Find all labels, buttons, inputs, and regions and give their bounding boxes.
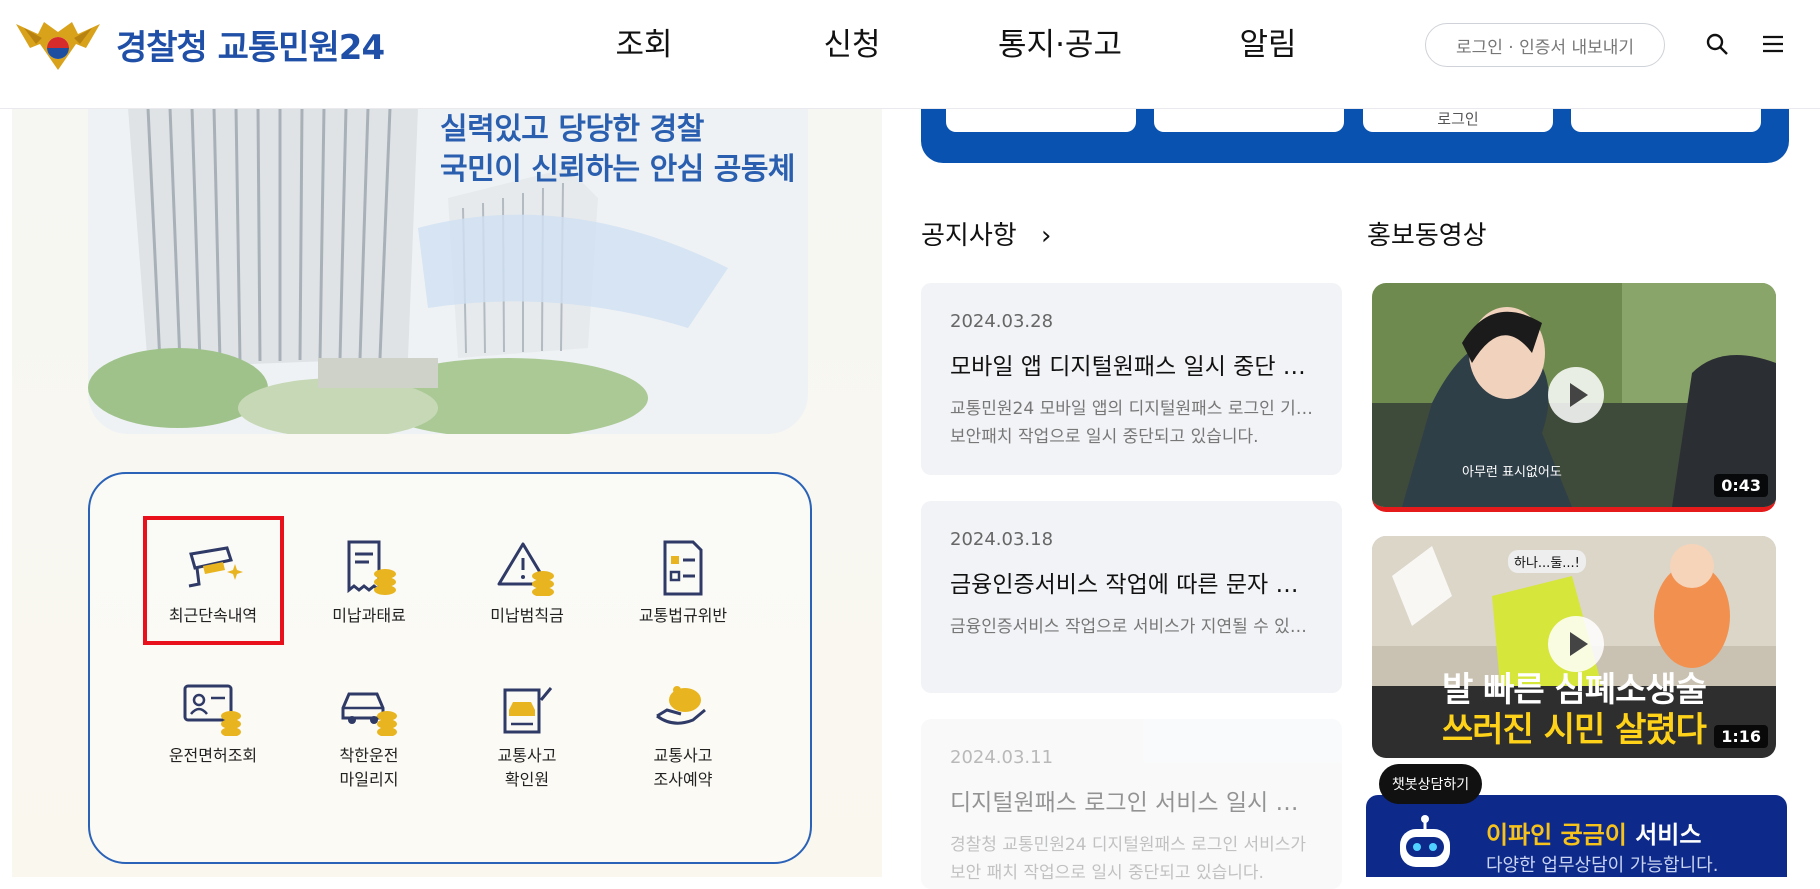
accident-document-pen-icon	[503, 687, 553, 734]
notice-title: 모바일 앱 디지털원패스 일시 중단 안내	[950, 354, 1316, 380]
quick-item-unpaid-fine[interactable]: 미납과태료	[294, 540, 444, 628]
video-headline-line1: 발 빠른 심폐소생술	[1442, 670, 1707, 710]
notice-description: 금융인증서비스 작업으로 서비스가 지연될 수 있습니다.	[950, 613, 1316, 641]
hero-slogan: 실력있고 당당한 경찰 국민이 신뢰하는 안심 공동체	[440, 110, 796, 190]
notice-desc-line: 금융인증서비스 작업으로 서비스가 지연될 수 있습니다.	[950, 617, 1316, 637]
notice-desc-line: 보안패치 작업으로 일시 중단되고 있습니다.	[950, 427, 1259, 447]
hero-banner: 실력있고 당당한 경찰 국민이 신뢰하는 안심 공동체	[88, 108, 808, 434]
quick-item-label: 운전면허조회	[168, 746, 258, 765]
play-triangle-icon	[1570, 383, 1588, 407]
chatbot-title-rest: 서비스	[1626, 821, 1702, 849]
quick-item-label: 미납과태료	[332, 606, 406, 625]
main-nav: 조회 신청 통지·공고 알림	[540, 20, 1372, 70]
hamburger-menu-icon[interactable]	[1761, 32, 1785, 56]
video-duration: 0:43	[1714, 474, 1768, 497]
notice-desc-line: 보안 패치 작업으로 일시 중단되고 있습니다.	[950, 863, 1264, 883]
nav-item-inquiry[interactable]: 조회	[540, 20, 748, 70]
quick-item-unpaid-penalty[interactable]: 미납범칙금	[452, 540, 602, 628]
notice-title: 금융인증서비스 작업에 따른 문자 안내	[950, 572, 1316, 598]
quick-item-label: 교통사고 조사예약	[653, 746, 713, 789]
hero-slogan-line1: 실력있고 당당한 경찰	[440, 112, 704, 147]
checklist-document-icon	[663, 540, 703, 596]
quick-item-label: 교통법규위반	[638, 606, 728, 625]
hero-slogan-line2: 국민이 신뢰하는 안심 공동체	[440, 152, 796, 187]
strip-card-3[interactable]: 로그인	[1363, 108, 1553, 132]
logo-text: 경찰청 교통민원24	[116, 27, 385, 68]
chatbot-title-highlight: 이파인 궁금이	[1486, 821, 1627, 849]
strip-card-2[interactable]	[1154, 108, 1344, 132]
play-triangle-icon	[1570, 632, 1588, 656]
play-icon[interactable]	[1548, 367, 1604, 423]
notice-description: 경찰청 교통민원24 디지털원패스 로그인 서비스가 보안 패치 작업으로 일시…	[950, 831, 1316, 887]
video-tag: 하나...둘...!	[1508, 550, 1586, 573]
notice-card[interactable]: 2024.03.18 금융인증서비스 작업에 따른 문자 안내 금융인증서비스 …	[921, 501, 1342, 693]
notice-title: 디지털원패스 로그인 서비스 일시 중단 안내	[950, 790, 1316, 816]
notice-desc-line: 교통민원24 모바일 앱의 디지털원패스 로그인 기능이	[950, 399, 1316, 419]
robot-icon	[1400, 815, 1450, 867]
notice-date: 2024.03.11	[950, 747, 1054, 768]
nav-item-apply[interactable]: 신청	[748, 20, 956, 70]
strip-card-4[interactable]	[1571, 108, 1761, 132]
nav-item-alerts[interactable]: 알림	[1164, 20, 1372, 70]
video-caption: 아무런 표시없어도	[1462, 465, 1562, 480]
search-icon[interactable]	[1705, 32, 1729, 56]
quick-item-label: 미납범칙금	[490, 606, 564, 625]
nav-item-notice[interactable]: 통지·공고	[956, 20, 1164, 70]
selection-highlight-box	[143, 516, 284, 645]
video-headline: 발 빠른 심폐소생술 쓰러진 시민 살렸다	[1376, 670, 1772, 750]
video-headline-line2: 쓰러진 시민 살렸다	[1442, 710, 1707, 750]
notice-section-title[interactable]: 공지사항 ›	[921, 215, 1051, 252]
notice-card[interactable]: 2024.03.28 모바일 앱 디지털원패스 일시 중단 안내 교통민원24 …	[921, 283, 1342, 475]
chatbot-subtitle: 다양한 업무상담이 가능합니다.	[1486, 855, 1719, 876]
notice-date: 2024.03.28	[950, 311, 1054, 332]
promo-video-thumbnail[interactable]: 하나...둘...! 발 빠른 심폐소생술 쓰러진 시민 살렸다 1:16	[1372, 536, 1776, 758]
quick-item-label: 교통사고 확인원	[497, 746, 557, 789]
chatbot-bubble-button[interactable]: 챗봇상담하기	[1379, 764, 1482, 804]
notice-title-text: 공지사항	[921, 221, 1017, 251]
site-logo[interactable]: 경찰청 교통민원24	[12, 14, 385, 74]
quick-item-label: 착한운전 마일리지	[339, 746, 399, 789]
notice-desc-line: 경찰청 교통민원24 디지털원패스 로그인 서비스가	[950, 835, 1307, 855]
piggy-bank-hand-icon	[656, 686, 706, 725]
police-emblem-icon	[16, 22, 100, 70]
quick-item-safe-driving-mileage[interactable]: 착한운전 마일리지	[294, 680, 444, 792]
site-header: 경찰청 교통민원24 조회 신청 통지·공고 알림 로그인 · 인증서 내보내기	[0, 0, 1820, 109]
quick-item-license-inquiry[interactable]: 운전면허조회	[138, 680, 288, 768]
quick-item-accident-investigation-reservation[interactable]: 교통사고 조사예약	[608, 680, 758, 792]
login-button[interactable]: 로그인 · 인증서 내보내기	[1425, 23, 1665, 67]
warning-coins-icon	[497, 542, 554, 596]
quick-item-accident-certificate[interactable]: 교통사고 확인원	[452, 680, 602, 792]
play-icon[interactable]	[1548, 616, 1604, 672]
strip-card-1[interactable]	[946, 108, 1136, 132]
strip-card-label: 로그인	[1437, 110, 1479, 128]
car-coins-icon	[341, 692, 397, 736]
video-duration: 1:16	[1714, 725, 1768, 748]
promo-video-thumbnail[interactable]: 아무런 표시없어도 0:43	[1372, 283, 1776, 512]
receipt-coins-icon	[347, 540, 396, 595]
notice-description: 교통민원24 모바일 앱의 디지털원패스 로그인 기능이 보안패치 작업으로 일…	[950, 395, 1316, 451]
video-section-title: 홍보동영상	[1367, 221, 1487, 251]
notice-date: 2024.03.18	[950, 529, 1054, 550]
chatbot-title: 이파인 궁금이 서비스	[1486, 815, 1701, 850]
chatbot-banner[interactable]: 이파인 궁금이 서비스 다양한 업무상담이 가능합니다.	[1366, 795, 1787, 877]
chevron-right-icon: ›	[1040, 221, 1052, 251]
notice-card[interactable]: 2024.03.11 디지털원패스 로그인 서비스 일시 중단 안내 경찰청 교…	[921, 719, 1342, 889]
id-card-coins-icon	[183, 684, 241, 736]
quick-item-traffic-violation[interactable]: 교통법규위반	[608, 540, 758, 628]
